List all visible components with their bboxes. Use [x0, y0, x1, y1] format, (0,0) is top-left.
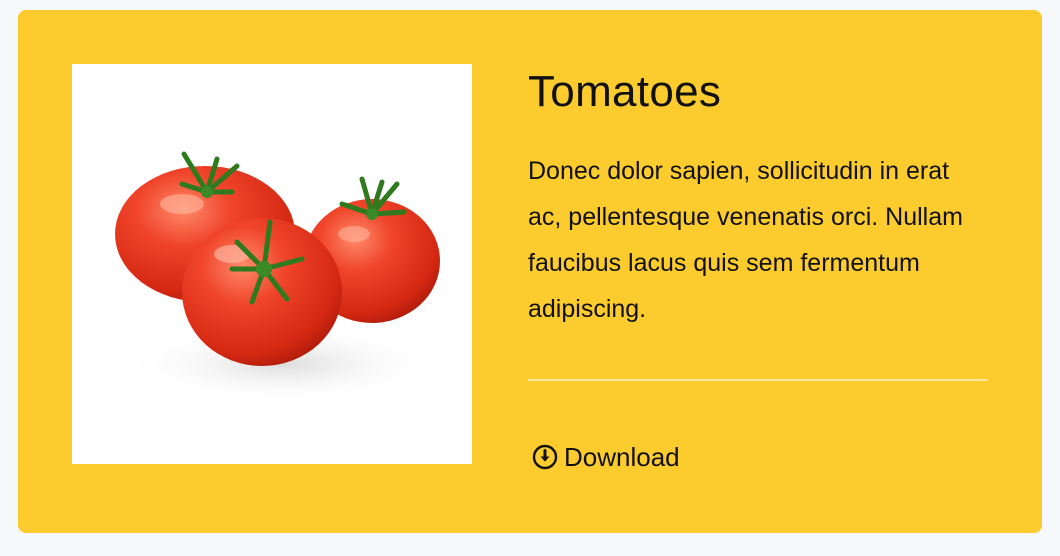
card-description: Donec dolor sapien, sollicitudin in erat…	[528, 157, 963, 323]
download-label: Download	[564, 442, 680, 472]
product-card: Tomatoes Donec dolor sapien, sollicitudi…	[18, 10, 1042, 533]
download-circle-icon	[532, 444, 558, 470]
tomatoes-image	[115, 151, 442, 404]
card-title: Tomatoes	[528, 67, 722, 116]
download-link[interactable]: Download	[532, 440, 680, 474]
product-image	[72, 64, 472, 464]
card-content: Tomatoes Donec dolor sapien, sollicitudi…	[528, 64, 988, 472]
divider	[528, 379, 988, 381]
